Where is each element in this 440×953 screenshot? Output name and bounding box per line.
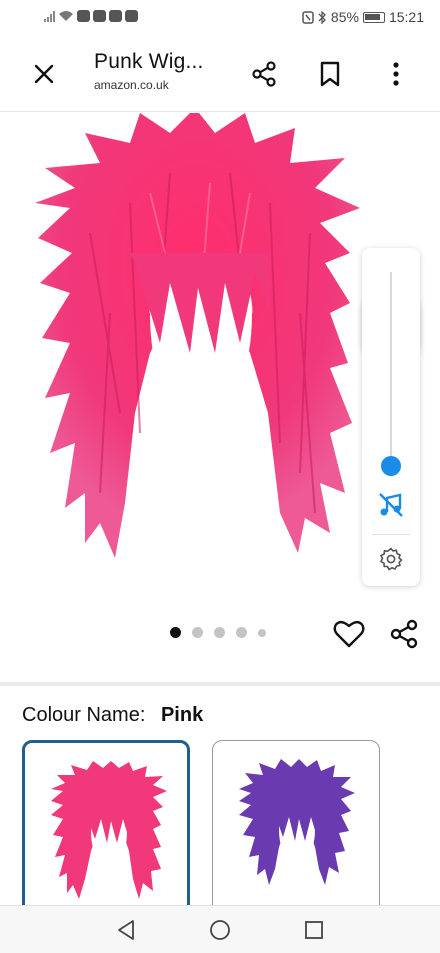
title-block: Punk Wig... amazon.co.uk: [94, 50, 204, 92]
bluetooth-icon: [318, 10, 326, 24]
wifi-icon: [59, 11, 73, 21]
panel-divider: [372, 534, 410, 535]
carousel-dot[interactable]: [192, 627, 203, 638]
share-button[interactable]: [246, 56, 282, 92]
close-icon: [34, 64, 54, 84]
share-icon[interactable]: [388, 618, 420, 650]
carousel-dot[interactable]: [258, 628, 266, 637]
bookmark-icon: [320, 61, 340, 87]
volume-slider-thumb[interactable]: [381, 456, 401, 476]
wishlist-heart-icon[interactable]: [333, 618, 365, 650]
circle-home-icon[interactable]: [208, 918, 232, 942]
close-button[interactable]: [26, 56, 62, 92]
colour-swatch-pink[interactable]: [22, 740, 190, 920]
status-left-icons: [44, 10, 138, 22]
clock-time: 15:21: [388, 9, 424, 25]
notification-icon: [77, 10, 90, 22]
carousel-indicator[interactable]: [170, 627, 266, 638]
share-icon: [252, 61, 276, 87]
swatch-image-pink-wig: [51, 761, 167, 899]
floating-volume-panel: [362, 248, 420, 586]
carousel-dot[interactable]: [214, 627, 225, 638]
notification-icon: [109, 10, 122, 22]
browser-toolbar: Punk Wig... amazon.co.uk: [0, 36, 440, 112]
music-off-icon[interactable]: [378, 492, 404, 518]
more-vertical-icon: [393, 62, 399, 86]
nfc-icon: [302, 10, 314, 24]
battery-icon: [362, 11, 385, 23]
notification-icon: [125, 10, 138, 22]
signal-icon: [44, 10, 55, 22]
section-divider: [0, 682, 440, 686]
carousel-dot[interactable]: [236, 627, 247, 638]
colour-name-row: Colour Name: Pink: [22, 704, 203, 727]
square-recent-icon[interactable]: [302, 918, 326, 942]
product-image-pink-wig[interactable]: [30, 113, 370, 583]
page-url: amazon.co.uk: [94, 78, 169, 92]
notification-icon: [93, 10, 106, 22]
more-options-button[interactable]: [378, 56, 414, 92]
colour-name-value: Pink: [160, 704, 204, 726]
colour-swatch-purple[interactable]: [212, 740, 380, 920]
battery-percent: 85%: [330, 9, 359, 25]
carousel-dot[interactable]: [170, 627, 181, 638]
bookmark-button[interactable]: [312, 56, 348, 92]
triangle-back-icon[interactable]: [114, 918, 138, 942]
colour-name-label: Colour Name:: [22, 704, 146, 726]
status-bar: 85% 15:21: [0, 0, 440, 36]
gear-icon[interactable]: [379, 547, 403, 571]
volume-slider-track[interactable]: [390, 272, 392, 464]
page-title: Punk Wig...: [94, 50, 204, 73]
swatch-image-purple-wig: [239, 759, 355, 885]
system-navigation-bar: [0, 905, 440, 953]
status-right-icons: 85% 15:21: [302, 9, 424, 25]
